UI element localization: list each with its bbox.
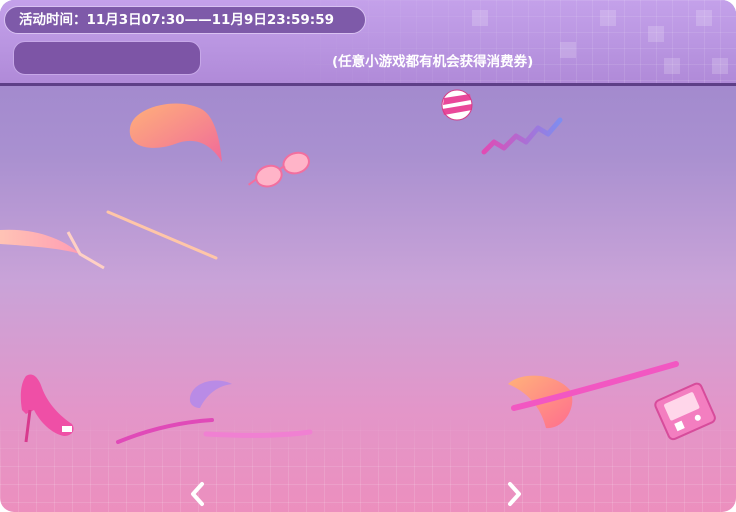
header-bar: 活动时间：11月3日07:30——11月9日23:59:59 (任意小游戏都有机… bbox=[0, 0, 736, 86]
header-tile bbox=[664, 58, 680, 74]
header-tile bbox=[560, 42, 576, 58]
chevron-left-icon[interactable] bbox=[188, 480, 208, 508]
header-tile bbox=[648, 26, 664, 42]
player-name-box bbox=[13, 41, 201, 75]
magenta-swooshes bbox=[116, 418, 313, 444]
striped-ball bbox=[441, 89, 473, 121]
pastel-streaks bbox=[0, 210, 218, 270]
event-time-label: 活动时间：11月3日07:30——11月9日23:59:59 bbox=[4, 6, 366, 34]
header-tile bbox=[696, 10, 712, 26]
coupon-hint-text: (任意小游戏都有机会获得消费券) bbox=[332, 54, 534, 70]
chevron-right-icon[interactable] bbox=[504, 480, 524, 508]
handheld-console bbox=[654, 382, 716, 441]
high-heel-shoe bbox=[20, 374, 74, 443]
header-tile bbox=[472, 10, 488, 26]
zigzag-streak bbox=[481, 117, 563, 155]
header-tile bbox=[712, 58, 728, 74]
purple-blob bbox=[189, 380, 232, 408]
header-tile bbox=[600, 10, 616, 26]
game-panel: 活动时间：11月3日07:30——11月9日23:59:59 (任意小游戏都有机… bbox=[0, 0, 736, 512]
sunglasses bbox=[248, 151, 310, 188]
orange-paint-blob bbox=[129, 103, 222, 162]
